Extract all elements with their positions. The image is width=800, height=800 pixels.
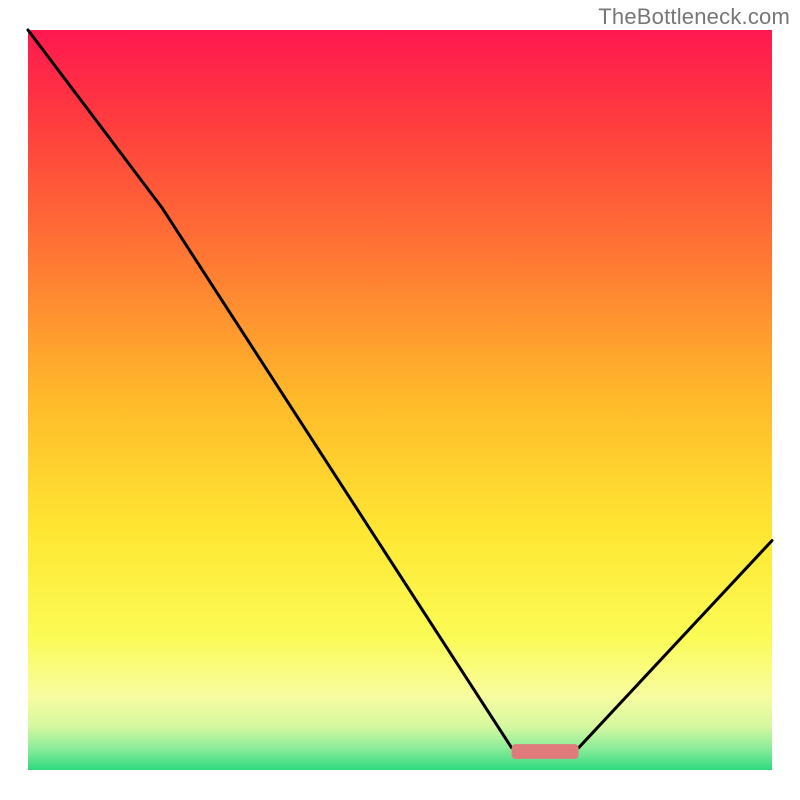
watermark-label: TheBottleneck.com <box>598 4 790 30</box>
bottleneck-chart <box>0 0 800 800</box>
optimal-marker <box>512 744 579 759</box>
